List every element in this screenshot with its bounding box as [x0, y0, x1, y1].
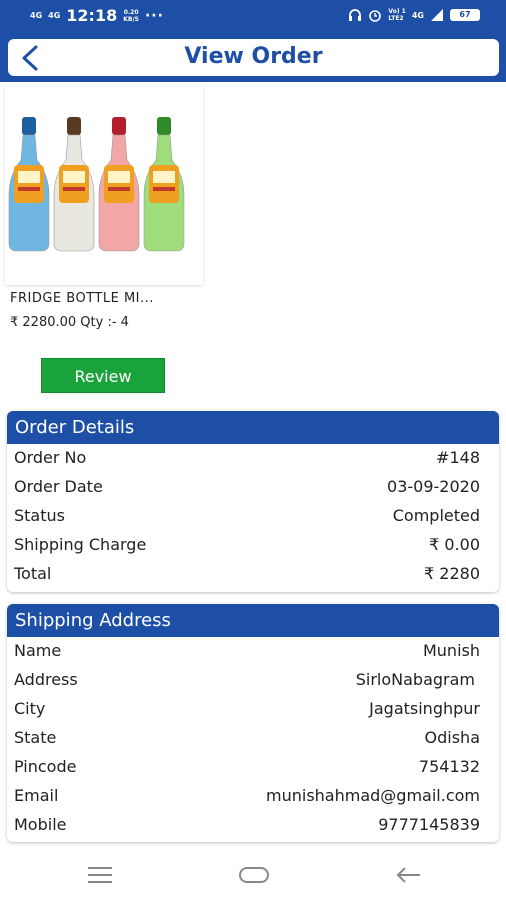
- status-value: Completed: [392, 506, 480, 525]
- network-speed-unit: KB/S: [123, 15, 139, 23]
- bottle-cap: [112, 117, 126, 135]
- product-price-qty: ₹ 2280.00 Qty :- 4: [10, 315, 129, 330]
- mobile-value: 9777145839: [378, 815, 480, 834]
- status-label: Status: [14, 506, 65, 525]
- city-label: City: [14, 699, 46, 718]
- order-no-label: Order No: [14, 448, 87, 467]
- bottle-label-stripe: [18, 187, 40, 191]
- home-icon[interactable]: [238, 862, 270, 888]
- more-notifications-icon: ···: [144, 7, 164, 24]
- shipping-charge-row: Shipping Charge ₹ 0.00: [7, 531, 499, 560]
- city-row: City Jagatsinghpur: [7, 695, 499, 724]
- bottle-label: [149, 165, 179, 203]
- email-row: Email munishahmad@gmail.com: [7, 782, 499, 811]
- bottle-label: [59, 165, 89, 203]
- system-navigation-bar: [0, 850, 506, 900]
- name-value: Munish: [422, 641, 480, 660]
- shipping-address-title: Shipping Address: [7, 604, 499, 637]
- mobile-label: Mobile: [14, 815, 67, 834]
- email-label: Email: [14, 786, 59, 805]
- order-details-card: Order Details Order No #148 Order Date 0…: [7, 411, 499, 592]
- shipping-address-card: Shipping Address Name Munish Address Sir…: [7, 604, 499, 842]
- order-no-row: Order No #148: [7, 444, 499, 473]
- bottle: [143, 117, 185, 252]
- network-indicator-1: 4G: [30, 11, 43, 20]
- network-speed: 0.20 KB/S: [123, 9, 139, 23]
- bottle-label-stripe: [153, 187, 175, 191]
- back-navigation-icon[interactable]: [393, 862, 423, 888]
- status-bar: 4G 4G 12:18 0.20 KB/S ··· Vo) 1 LTE2 4G …: [0, 0, 506, 38]
- bottle-label-stripe: [63, 187, 85, 191]
- bottle-label-inner: [108, 171, 130, 183]
- battery-icon: 67: [450, 9, 480, 21]
- total-value: ₹ 2280: [424, 564, 480, 583]
- bottle: [53, 117, 95, 252]
- alarm-icon: [369, 10, 382, 22]
- bottle-cap: [22, 117, 36, 135]
- bottle-label-inner: [18, 171, 40, 183]
- bottle-label: [104, 165, 134, 203]
- state-row: State Odisha: [7, 724, 499, 753]
- bottle-label: [14, 165, 44, 203]
- status-row: Status Completed: [7, 502, 499, 531]
- address-value: SirloNabagram: [355, 670, 475, 689]
- bottle-label-inner: [153, 171, 175, 183]
- order-no-value: #148: [436, 448, 480, 467]
- shipping-charge-label: Shipping Charge: [14, 535, 147, 554]
- shipping-charge-value: ₹ 0.00: [429, 535, 480, 554]
- order-date-label: Order Date: [14, 477, 103, 496]
- mobile-row: Mobile 9777145839: [7, 811, 499, 840]
- state-value: Odisha: [424, 728, 480, 747]
- review-button[interactable]: Review: [41, 358, 165, 393]
- total-row: Total ₹ 2280: [7, 560, 499, 589]
- product-image-card[interactable]: [5, 85, 203, 285]
- product-image: [8, 117, 185, 252]
- status-time: 12:18: [66, 6, 118, 25]
- order-date-value: 03-09-2020: [387, 477, 480, 496]
- bottle-label-stripe: [108, 187, 130, 191]
- network-speed-value: 0.20: [123, 8, 139, 16]
- name-label: Name: [14, 641, 62, 660]
- app-bar: View Order: [8, 39, 499, 76]
- signal-icon: [431, 9, 443, 21]
- pincode-row: Pincode 754132: [7, 753, 499, 782]
- bottle-cap: [67, 117, 81, 135]
- bottle: [98, 117, 140, 252]
- bottle-cap: [157, 117, 171, 135]
- menu-icon[interactable]: [85, 862, 115, 888]
- state-label: State: [14, 728, 57, 747]
- pincode-value: 754132: [418, 757, 480, 776]
- address-row: Address SirloNabagram: [7, 666, 499, 695]
- address-label: Address: [14, 670, 78, 689]
- name-row: Name Munish: [7, 637, 499, 666]
- network-indicator-2: 4G: [48, 11, 61, 20]
- volte-line-1: Vo) 1: [388, 8, 406, 15]
- total-label: Total: [14, 564, 52, 583]
- bottle-label-inner: [63, 171, 85, 183]
- volte-indicator: Vo) 1 LTE2: [388, 8, 405, 22]
- bottle: [8, 117, 50, 252]
- pincode-label: Pincode: [14, 757, 77, 776]
- email-value: munishahmad@gmail.com: [266, 786, 480, 805]
- order-details-title: Order Details: [7, 411, 499, 444]
- city-value: Jagatsinghpur: [369, 699, 480, 718]
- volte-line-2: LTE2: [388, 15, 404, 22]
- network-indicator-right: 4G: [411, 10, 424, 20]
- order-date-row: Order Date 03-09-2020: [7, 473, 499, 502]
- page-title: View Order: [184, 44, 323, 69]
- product-name: FRIDGE BOTTLE MI...: [10, 291, 154, 306]
- headphones-icon: [349, 9, 362, 21]
